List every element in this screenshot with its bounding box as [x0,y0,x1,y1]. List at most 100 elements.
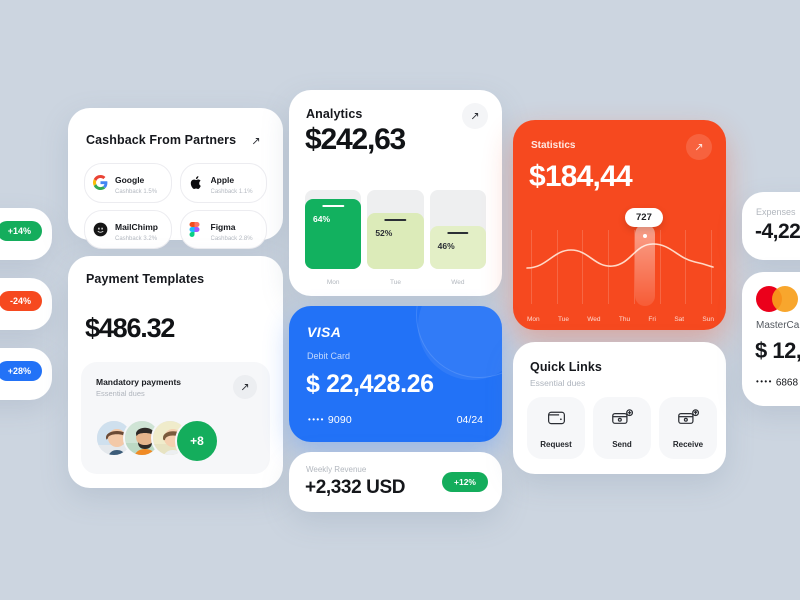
partner-cashback: Cashback 1.5% [115,188,158,195]
bar-fill: 52% [367,213,424,269]
mastercard-logo [756,286,798,312]
visa-balance: $ 22,428.26 [306,370,434,398]
partner-item-figma[interactable]: Figma Cashback 2.8% [179,209,267,250]
decorative-ring [416,306,502,378]
partner-item-apple[interactable]: Apple Cashback 1.1% [179,163,267,203]
axis-tick: Sat [674,316,685,323]
quick-link-label: Receive [672,439,704,449]
partner-item-google[interactable]: Google Cashback 1.5% [84,163,172,203]
bar-label: Tue [390,279,401,286]
status-badge: +14% [0,221,42,241]
quick-link-receive[interactable]: Receive [659,397,717,459]
dashboard-canvas: +14% -24% +28% Cashback From Partners ↗ [0,0,800,600]
edge-stat-card-3[interactable]: +28% [0,348,52,400]
cashback-card: Cashback From Partners ↗ Google Cashback… [68,108,283,250]
analytics-card: Analytics ↗ $242,63 64% Mon 52% Tue 46% … [289,90,502,296]
bar-column[interactable]: 46% Wed [429,190,486,286]
mandatory-payments-panel[interactable]: Mandatory payments Essential dues ↗ +8 [81,362,270,474]
figma-logo [189,221,204,237]
axis-tick: Fri [648,316,656,323]
partner-name: Apple [210,175,235,185]
expand-icon[interactable]: ↗ [462,103,488,129]
mastercard-number: •••• 6868 [756,377,798,389]
quick-link-send[interactable]: Send [593,397,651,459]
payment-templates-card: Payment Templates $486.32 Mandatory paym… [68,256,283,488]
avatar-group: +8 [95,419,219,463]
masked-dots: •••• [308,414,325,424]
partner-name: Google [115,175,145,185]
partner-name: Figma [210,221,236,232]
google-logo [93,175,108,191]
quick-links-subtitle: Essential dues [530,378,586,388]
bar-column[interactable]: 64% Mon [305,190,362,286]
bar-value: 52% [375,228,393,239]
expenses-amount: -4,222 [755,220,800,243]
apple-logo [189,175,204,190]
axis-tick: Thu [618,316,631,323]
edge-stat-card-2[interactable]: -24% [0,278,52,330]
weekly-revenue-amount: +2,332 USD [305,477,406,498]
mastercard-label: MasterCard [756,320,800,331]
statistics-line-chart: 727 Mon Tue Wed Thu Fri Sat Sun [513,206,726,330]
mastercard-last4: 6868 [775,377,799,388]
axis-tick: Tue [557,316,569,323]
edge-stat-card-1[interactable]: +14% [0,208,52,260]
statistics-card: Statistics ↗ $184,44 727 Mon Tue Wed Thu [513,120,726,330]
analytics-bar-chart: 64% Mon 52% Tue 46% Wed [305,190,486,286]
visa-debit-card[interactable]: VISA Debit Card $ 22,428.26 •••• 9090 04/… [289,306,502,442]
expand-icon[interactable]: ↗ [233,375,257,399]
wallet-icon [546,407,567,433]
bar-value: 46% [437,240,455,251]
statistics-tooltip: 727 [625,208,663,227]
partner-cashback: Cashback 2.8% [210,235,253,242]
bar-fill: 46% [429,225,486,269]
quick-link-label: Request [540,440,572,449]
bar-value: 64% [313,213,331,224]
expand-icon[interactable]: ↗ [686,134,712,160]
expenses-card[interactable]: Expenses -4,222 [742,192,800,260]
mastercard-amount: $ 12, [755,338,800,363]
visa-card-number: •••• 9090 [308,414,352,426]
card-send-icon [611,408,634,433]
weekly-revenue-label: Weekly Revenue [306,465,367,474]
expand-icon[interactable]: ↗ [243,128,269,154]
cashback-title: Cashback From Partners [86,133,237,147]
statistics-highlight-dot [643,234,647,238]
visa-card-type: Debit Card [307,351,351,361]
bar-column[interactable]: 52% Tue [367,190,424,286]
statistics-title: Statistics [531,140,576,151]
analytics-amount: $242,63 [305,123,406,156]
analytics-title: Analytics [306,107,363,121]
payment-templates-title: Payment Templates [86,272,205,286]
mastercard-card[interactable]: MasterCard $ 12, ••••6868 [742,272,800,406]
statistics-amount: $184,44 [529,160,633,193]
partner-cashback: Cashback 3.2% [115,235,158,242]
status-badge: +28% [0,361,42,381]
quick-links-card: Quick Links Essential dues Request Send … [513,342,726,474]
bar-label: Wed [451,279,465,286]
bar-fill: 64% [305,198,362,269]
weekly-revenue-card: Weekly Revenue +2,332 USD +12% [289,452,502,512]
weekly-revenue-badge: +12% [442,472,488,492]
visa-last4: 9090 [327,414,352,426]
bar-label: Mon [326,279,340,286]
partner-item-mailchimp[interactable]: MailChimp Cashback 3.2% [84,209,172,250]
partner-cashback: Cashback 1.1% [210,188,253,195]
mandatory-payments-subtitle: Essential dues [96,389,145,398]
axis-tick: Mon [527,316,540,323]
statistics-curve [526,243,714,269]
mandatory-payments-title: Mandatory payments [96,377,182,387]
quick-link-request[interactable]: Request [527,397,585,459]
payment-templates-amount: $486.32 [85,313,175,343]
expenses-label: Expenses [756,207,796,217]
card-receive-icon [677,408,700,433]
statistics-axis-labels: Mon Tue Wed Thu Fri Sat Sun [527,316,714,323]
visa-expiry: 04/24 [456,414,483,426]
partner-list: Google Cashback 1.5% Apple Cashback 1.1% [84,163,267,250]
quick-links-title: Quick Links [530,360,602,374]
quick-links-actions: Request Send Receive [527,397,717,459]
status-badge: -24% [0,291,42,311]
avatar-overflow-badge[interactable]: +8 [175,419,219,463]
quick-link-label: Send [612,439,632,449]
partner-name: MailChimp [115,221,158,232]
